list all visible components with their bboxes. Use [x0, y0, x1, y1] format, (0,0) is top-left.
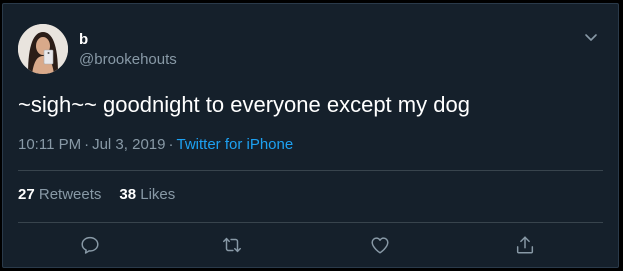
tweet-source-link[interactable]: Twitter for iPhone: [176, 136, 293, 153]
chevron-down-icon[interactable]: [581, 30, 601, 46]
likes-stat[interactable]: 38 Likes: [119, 186, 175, 203]
avatar[interactable]: [18, 24, 68, 74]
likes-label: Likes: [140, 186, 176, 203]
share-icon[interactable]: [514, 234, 536, 256]
reply-icon[interactable]: [79, 234, 101, 256]
divider: [18, 222, 603, 223]
avatar-image: [18, 24, 68, 74]
tweet-meta: 10:11 PM · Jul 3, 2019 · Twitter for iPhone: [18, 136, 293, 153]
heart-icon[interactable]: [369, 234, 391, 256]
meta-separator: ·: [168, 136, 174, 153]
retweet-icon[interactable]: [221, 234, 243, 256]
user-handle[interactable]: @brookehouts: [79, 51, 177, 68]
retweets-stat[interactable]: 27 Retweets: [18, 186, 101, 203]
tweet-time[interactable]: 10:11 PM: [18, 136, 81, 153]
tweet-stats: 27 Retweets 38 Likes: [18, 186, 175, 203]
retweets-label: Retweets: [38, 186, 102, 203]
likes-count: 38: [119, 186, 137, 203]
tweet-text: ~sigh~~ goodnight to everyone except my …: [18, 92, 470, 117]
divider: [18, 170, 603, 171]
tweet-card: b @brookehouts ~sigh~~ goodnight to ever…: [2, 3, 619, 268]
retweets-count: 27: [18, 186, 35, 203]
display-name[interactable]: b: [79, 31, 88, 48]
tweet-date[interactable]: Jul 3, 2019: [92, 136, 165, 153]
meta-separator: ·: [84, 136, 90, 153]
